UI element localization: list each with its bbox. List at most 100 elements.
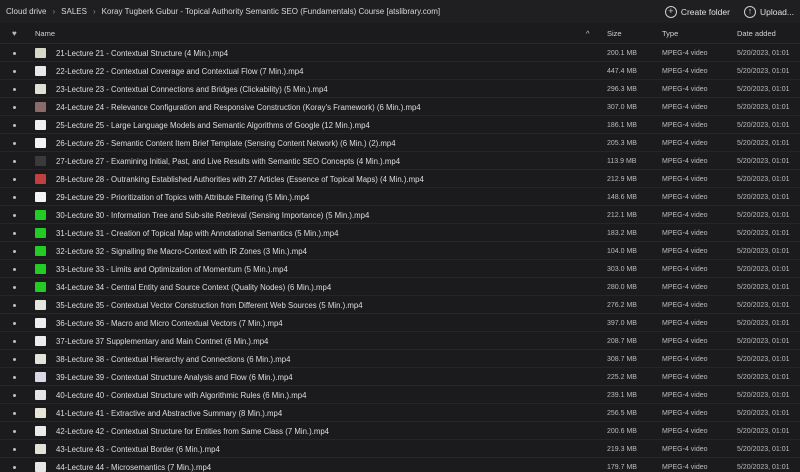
video-thumbnail-icon xyxy=(35,278,46,296)
thumbnail xyxy=(35,210,46,220)
video-thumbnail-icon xyxy=(35,170,46,188)
file-name[interactable]: 25-Lecture 25 - Large Language Models an… xyxy=(56,116,370,134)
column-name[interactable]: Name xyxy=(35,23,55,44)
plus-icon: + xyxy=(664,5,677,18)
file-name[interactable]: 34-Lecture 34 - Central Entity and Sourc… xyxy=(56,278,331,296)
file-name[interactable]: 30-Lecture 30 - Information Tree and Sub… xyxy=(56,206,369,224)
file-name[interactable]: 35-Lecture 35 - Contextual Vector Constr… xyxy=(56,296,363,314)
file-date: 5/20/2023, 01:01 xyxy=(737,409,790,417)
file-type: MPEG-4 video xyxy=(662,445,708,453)
row-indicator-icon xyxy=(13,260,16,278)
file-row[interactable]: 32-Lecture 32 - Signalling the Macro-Con… xyxy=(0,242,800,260)
file-name[interactable]: 23-Lecture 23 - Contextual Connections a… xyxy=(56,80,328,98)
file-name[interactable]: 22-Lecture 22 - Contextual Coverage and … xyxy=(56,62,303,80)
video-thumbnail-icon xyxy=(35,386,46,404)
favorite-column-icon[interactable]: ♥ xyxy=(12,23,17,44)
file-date: 5/20/2023, 01:01 xyxy=(737,157,790,165)
file-row[interactable]: 35-Lecture 35 - Contextual Vector Constr… xyxy=(0,296,800,314)
file-date: 5/20/2023, 01:01 xyxy=(737,265,790,273)
file-row[interactable]: 21-Lecture 21 - Contextual Structure (4 … xyxy=(0,44,800,62)
breadcrumb-sales[interactable]: SALES xyxy=(61,7,87,16)
file-name[interactable]: 40-Lecture 40 - Contextual Structure wit… xyxy=(56,386,306,404)
file-date: 5/20/2023, 01:01 xyxy=(737,391,790,399)
row-indicator-icon xyxy=(13,242,16,260)
breadcrumb-current-folder[interactable]: Koray Tugberk Gubur - Topical Authority … xyxy=(102,7,441,16)
upload-button[interactable]: ↑ Upload... xyxy=(743,5,794,18)
file-type: MPEG-4 video xyxy=(662,319,708,327)
thumbnail xyxy=(35,192,46,202)
file-row[interactable]: 40-Lecture 40 - Contextual Structure wit… xyxy=(0,386,800,404)
breadcrumb-separator-icon: › xyxy=(52,7,56,16)
file-date: 5/20/2023, 01:01 xyxy=(737,49,790,57)
file-row[interactable]: 22-Lecture 22 - Contextual Coverage and … xyxy=(0,62,800,80)
file-name[interactable]: 41-Lecture 41 - Extractive and Abstracti… xyxy=(56,404,282,422)
file-size: 276.2 MB xyxy=(607,301,637,309)
file-type: MPEG-4 video xyxy=(662,247,708,255)
video-thumbnail-icon xyxy=(35,458,46,472)
file-row[interactable]: 27-Lecture 27 - Examining Initial, Past,… xyxy=(0,152,800,170)
file-row[interactable]: 37-Lecture 37 Supplementary and Main Con… xyxy=(0,332,800,350)
video-thumbnail-icon xyxy=(35,404,46,422)
file-name[interactable]: 29-Lecture 29 - Prioritization of Topics… xyxy=(56,188,309,206)
file-row[interactable]: 24-Lecture 24 - Relevance Configuration … xyxy=(0,98,800,116)
file-row[interactable]: 42-Lecture 42 - Contextual Structure for… xyxy=(0,422,800,440)
column-type[interactable]: Type xyxy=(662,23,678,44)
file-name[interactable]: 39-Lecture 39 - Contextual Structure Ana… xyxy=(56,368,293,386)
video-thumbnail-icon xyxy=(35,98,46,116)
column-size[interactable]: Size xyxy=(607,23,622,44)
file-row[interactable]: 38-Lecture 38 - Contextual Hierarchy and… xyxy=(0,350,800,368)
file-row[interactable]: 44-Lecture 44 - Microsemantics (7 Min.).… xyxy=(0,458,800,472)
file-type: MPEG-4 video xyxy=(662,193,708,201)
file-row[interactable]: 26-Lecture 26 - Semantic Content Item Br… xyxy=(0,134,800,152)
file-row[interactable]: 33-Lecture 33 - Limits and Optimization … xyxy=(0,260,800,278)
file-name[interactable]: 43-Lecture 43 - Contextual Border (6 Min… xyxy=(56,440,220,458)
row-indicator-icon xyxy=(13,206,16,224)
file-row[interactable]: 31-Lecture 31 - Creation of Topical Map … xyxy=(0,224,800,242)
file-row[interactable]: 36-Lecture 36 - Macro and Micro Contextu… xyxy=(0,314,800,332)
file-name[interactable]: 21-Lecture 21 - Contextual Structure (4 … xyxy=(56,44,228,62)
file-name[interactable]: 44-Lecture 44 - Microsemantics (7 Min.).… xyxy=(56,458,211,472)
row-indicator-icon xyxy=(13,314,16,332)
thumbnail xyxy=(35,246,46,256)
create-folder-button[interactable]: + Create folder xyxy=(664,5,730,18)
file-type: MPEG-4 video xyxy=(662,337,708,345)
file-row[interactable]: 30-Lecture 30 - Information Tree and Sub… xyxy=(0,206,800,224)
file-row[interactable]: 28-Lecture 28 - Outranking Established A… xyxy=(0,170,800,188)
file-row[interactable]: 39-Lecture 39 - Contextual Structure Ana… xyxy=(0,368,800,386)
file-row[interactable]: 34-Lecture 34 - Central Entity and Sourc… xyxy=(0,278,800,296)
thumbnail xyxy=(35,228,46,238)
file-size: 447.4 MB xyxy=(607,67,637,75)
file-size: 212.1 MB xyxy=(607,211,637,219)
file-name[interactable]: 26-Lecture 26 - Semantic Content Item Br… xyxy=(56,134,396,152)
file-row[interactable]: 25-Lecture 25 - Large Language Models an… xyxy=(0,116,800,134)
file-name[interactable]: 24-Lecture 24 - Relevance Configuration … xyxy=(56,98,421,116)
file-size: 148.6 MB xyxy=(607,193,637,201)
file-row[interactable]: 43-Lecture 43 - Contextual Border (6 Min… xyxy=(0,440,800,458)
row-indicator-icon xyxy=(13,152,16,170)
row-indicator-icon xyxy=(13,188,16,206)
thumbnail xyxy=(35,264,46,274)
sort-ascending-icon[interactable]: ^ xyxy=(586,23,590,44)
thumbnail xyxy=(35,174,46,184)
file-type: MPEG-4 video xyxy=(662,373,708,381)
column-date-added[interactable]: Date added xyxy=(737,23,776,44)
file-row[interactable]: 41-Lecture 41 - Extractive and Abstracti… xyxy=(0,404,800,422)
file-size: 280.0 MB xyxy=(607,283,637,291)
thumbnail xyxy=(35,354,46,364)
video-thumbnail-icon xyxy=(35,314,46,332)
file-name[interactable]: 32-Lecture 32 - Signalling the Macro-Con… xyxy=(56,242,307,260)
file-date: 5/20/2023, 01:01 xyxy=(737,211,790,219)
file-name[interactable]: 42-Lecture 42 - Contextual Structure for… xyxy=(56,422,329,440)
file-name[interactable]: 28-Lecture 28 - Outranking Established A… xyxy=(56,170,424,188)
file-name[interactable]: 33-Lecture 33 - Limits and Optimization … xyxy=(56,260,288,278)
file-name[interactable]: 31-Lecture 31 - Creation of Topical Map … xyxy=(56,224,338,242)
file-name[interactable]: 37-Lecture 37 Supplementary and Main Con… xyxy=(56,332,268,350)
file-row[interactable]: 23-Lecture 23 - Contextual Connections a… xyxy=(0,80,800,98)
breadcrumb-cloud-drive[interactable]: Cloud drive xyxy=(6,7,46,16)
file-type: MPEG-4 video xyxy=(662,85,708,93)
file-name[interactable]: 38-Lecture 38 - Contextual Hierarchy and… xyxy=(56,350,290,368)
file-name[interactable]: 27-Lecture 27 - Examining Initial, Past,… xyxy=(56,152,400,170)
file-name[interactable]: 36-Lecture 36 - Macro and Micro Contextu… xyxy=(56,314,283,332)
table-header: ♥ Name ^ Size Type Date added xyxy=(0,23,800,44)
file-row[interactable]: 29-Lecture 29 - Prioritization of Topics… xyxy=(0,188,800,206)
